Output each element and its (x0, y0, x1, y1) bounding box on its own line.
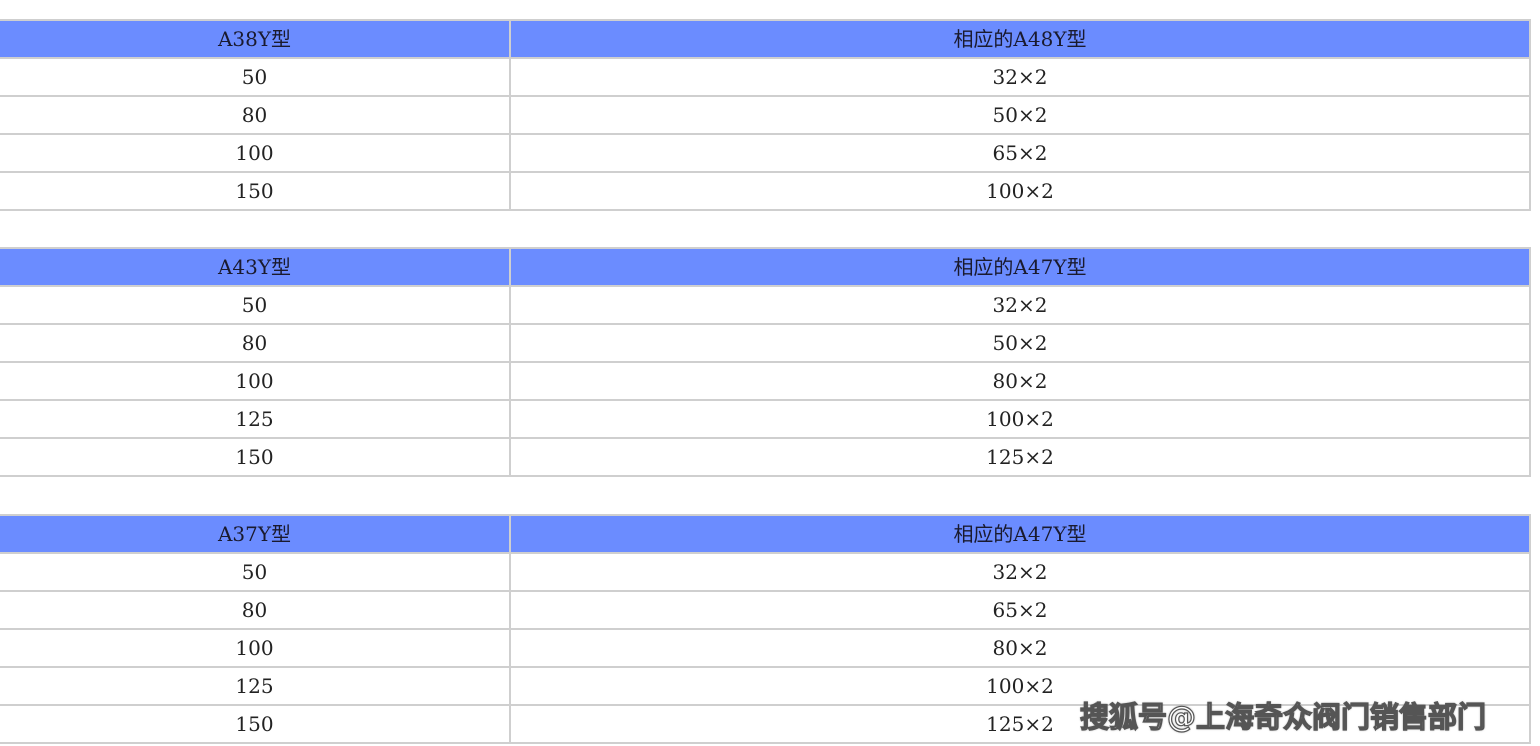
size-cell: 50 (0, 57, 511, 97)
header-model-cell: A37Y型 (0, 514, 511, 554)
table-row: 50 32×2 (0, 285, 1531, 325)
header-model-cell: A38Y型 (0, 19, 511, 59)
spec-table-1: A38Y型 相应的A48Y型 50 32×2 80 50×2 100 65×2 150 100×2 (0, 19, 1531, 211)
table-row: 50 32×2 (0, 552, 1531, 592)
table-header-row: A38Y型 相应的A48Y型 (0, 19, 1531, 59)
table-header-row: A37Y型 相应的A47Y型 (0, 514, 1531, 554)
corresponding-size-cell: 50×2 (509, 95, 1531, 135)
corresponding-size-cell: 125×2 (509, 437, 1531, 477)
table-row: 150 125×2 (0, 437, 1531, 477)
size-cell: 100 (0, 361, 511, 401)
table-row: 100 80×2 (0, 361, 1531, 401)
header-corresponding-model-cell: 相应的A48Y型 (509, 19, 1531, 59)
corresponding-size-cell: 100×2 (509, 171, 1531, 211)
corresponding-size-cell: 32×2 (509, 552, 1531, 592)
table-row: 80 50×2 (0, 95, 1531, 135)
table-row: 80 65×2 (0, 590, 1531, 630)
corresponding-size-cell: 32×2 (509, 57, 1531, 97)
size-cell: 80 (0, 95, 511, 135)
header-model-cell: A43Y型 (0, 247, 511, 287)
corresponding-size-cell: 80×2 (509, 628, 1531, 668)
size-cell: 150 (0, 171, 511, 211)
size-cell: 50 (0, 552, 511, 592)
size-cell: 150 (0, 704, 511, 744)
table-row: 150 100×2 (0, 171, 1531, 211)
corresponding-size-cell: 32×2 (509, 285, 1531, 325)
corresponding-size-cell: 50×2 (509, 323, 1531, 363)
spec-table-2: A43Y型 相应的A47Y型 50 32×2 80 50×2 100 80×2 125 100×2… (0, 247, 1531, 477)
header-corresponding-model-cell: 相应的A47Y型 (509, 514, 1531, 554)
header-corresponding-model-cell: 相应的A47Y型 (509, 247, 1531, 287)
table-row: 100 65×2 (0, 133, 1531, 173)
size-cell: 80 (0, 323, 511, 363)
corresponding-size-cell: 80×2 (509, 361, 1531, 401)
corresponding-size-cell: 65×2 (509, 133, 1531, 173)
corresponding-size-cell: 65×2 (509, 590, 1531, 630)
size-cell: 100 (0, 133, 511, 173)
size-cell: 100 (0, 628, 511, 668)
table-row: 50 32×2 (0, 57, 1531, 97)
table-row: 80 50×2 (0, 323, 1531, 363)
size-cell: 80 (0, 590, 511, 630)
watermark-text: 搜狐号@上海奇众阀门销售部门 (1079, 699, 1487, 734)
table-row: 100 80×2 (0, 628, 1531, 668)
size-cell: 150 (0, 437, 511, 477)
table-header-row: A43Y型 相应的A47Y型 (0, 247, 1531, 287)
size-cell: 125 (0, 399, 511, 439)
corresponding-size-cell: 100×2 (509, 399, 1531, 439)
table-row: 125 100×2 (0, 399, 1531, 439)
size-cell: 50 (0, 285, 511, 325)
size-cell: 125 (0, 666, 511, 706)
